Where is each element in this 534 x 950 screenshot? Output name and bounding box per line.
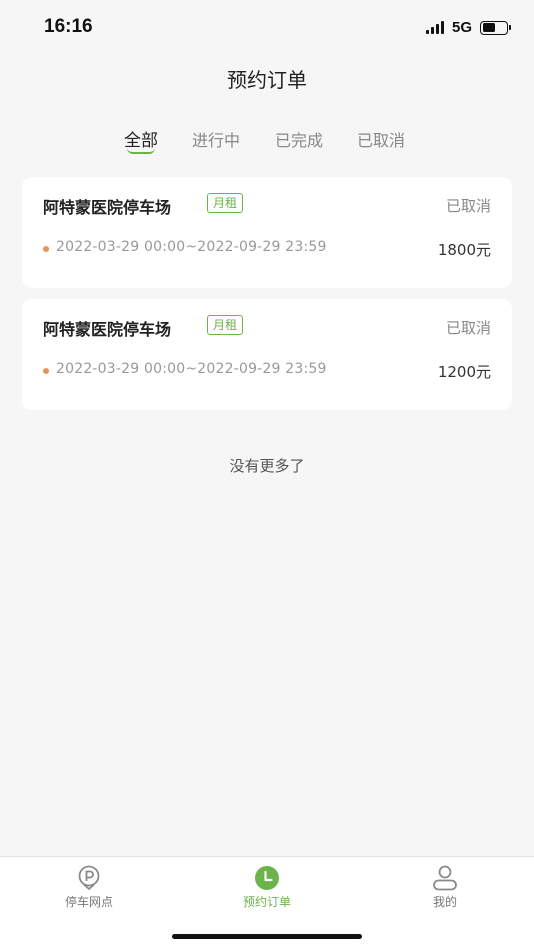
period-dot-icon xyxy=(43,246,49,252)
parking-pin-icon xyxy=(78,865,100,890)
user-icon xyxy=(433,865,457,891)
nav-label: 我的 xyxy=(432,895,457,909)
list-end-text: 没有更多了 xyxy=(229,457,305,475)
clock-icon xyxy=(255,866,279,890)
nav-parking-sites[interactable]: 停车网点 xyxy=(39,865,139,910)
period-dot-icon xyxy=(43,368,49,374)
tab-all[interactable]: 全部 xyxy=(124,126,158,154)
status-bar: 16:16 5G xyxy=(0,0,534,54)
status-time: 16:16 xyxy=(44,16,93,37)
order-price: 1800元 xyxy=(437,241,491,259)
order-status: 已取消 xyxy=(445,319,491,337)
rental-period: 2022-03-29 00:00~2022-09-29 23:59 xyxy=(56,239,327,255)
order-card[interactable]: 阿特蒙医院停车场 月租 已取消 2022-03-29 00:00~2022-09… xyxy=(22,299,512,410)
parking-lot-name: 阿特蒙医院停车场 xyxy=(43,198,172,217)
order-tabs: 全部 进行中 已完成 已取消 xyxy=(0,124,534,164)
tab-cancelled[interactable]: 已取消 xyxy=(357,127,405,151)
battery-icon xyxy=(480,20,511,35)
tab-completed[interactable]: 已完成 xyxy=(275,127,323,151)
rental-type-badge: 月租 xyxy=(207,315,244,335)
nav-mine[interactable]: 我的 xyxy=(395,865,495,910)
rental-type-badge: 月租 xyxy=(207,193,244,213)
home-indicator xyxy=(172,934,362,939)
tab-label: 已取消 xyxy=(357,131,406,150)
nav-booking-orders[interactable]: 预约订单 xyxy=(217,865,317,910)
signal-icon xyxy=(425,21,444,34)
tab-label: 进行中 xyxy=(192,131,241,150)
tab-active-indicator xyxy=(127,148,155,154)
order-status: 已取消 xyxy=(445,197,491,215)
page-title: 预约订单 xyxy=(227,68,307,92)
rental-period: 2022-03-29 00:00~2022-09-29 23:59 xyxy=(56,361,327,377)
tab-in-progress[interactable]: 进行中 xyxy=(192,127,240,151)
order-card[interactable]: 阿特蒙医院停车场 月租 已取消 2022-03-29 00:00~2022-09… xyxy=(22,177,512,288)
network-type: 5G xyxy=(451,19,472,36)
parking-lot-name: 阿特蒙医院停车场 xyxy=(43,320,172,339)
nav-label: 停车网点 xyxy=(64,895,113,909)
nav-label: 预约订单 xyxy=(242,895,291,909)
status-indicators: 5G xyxy=(425,19,511,36)
order-price: 1200元 xyxy=(437,363,491,381)
tab-label: 已完成 xyxy=(275,131,324,150)
